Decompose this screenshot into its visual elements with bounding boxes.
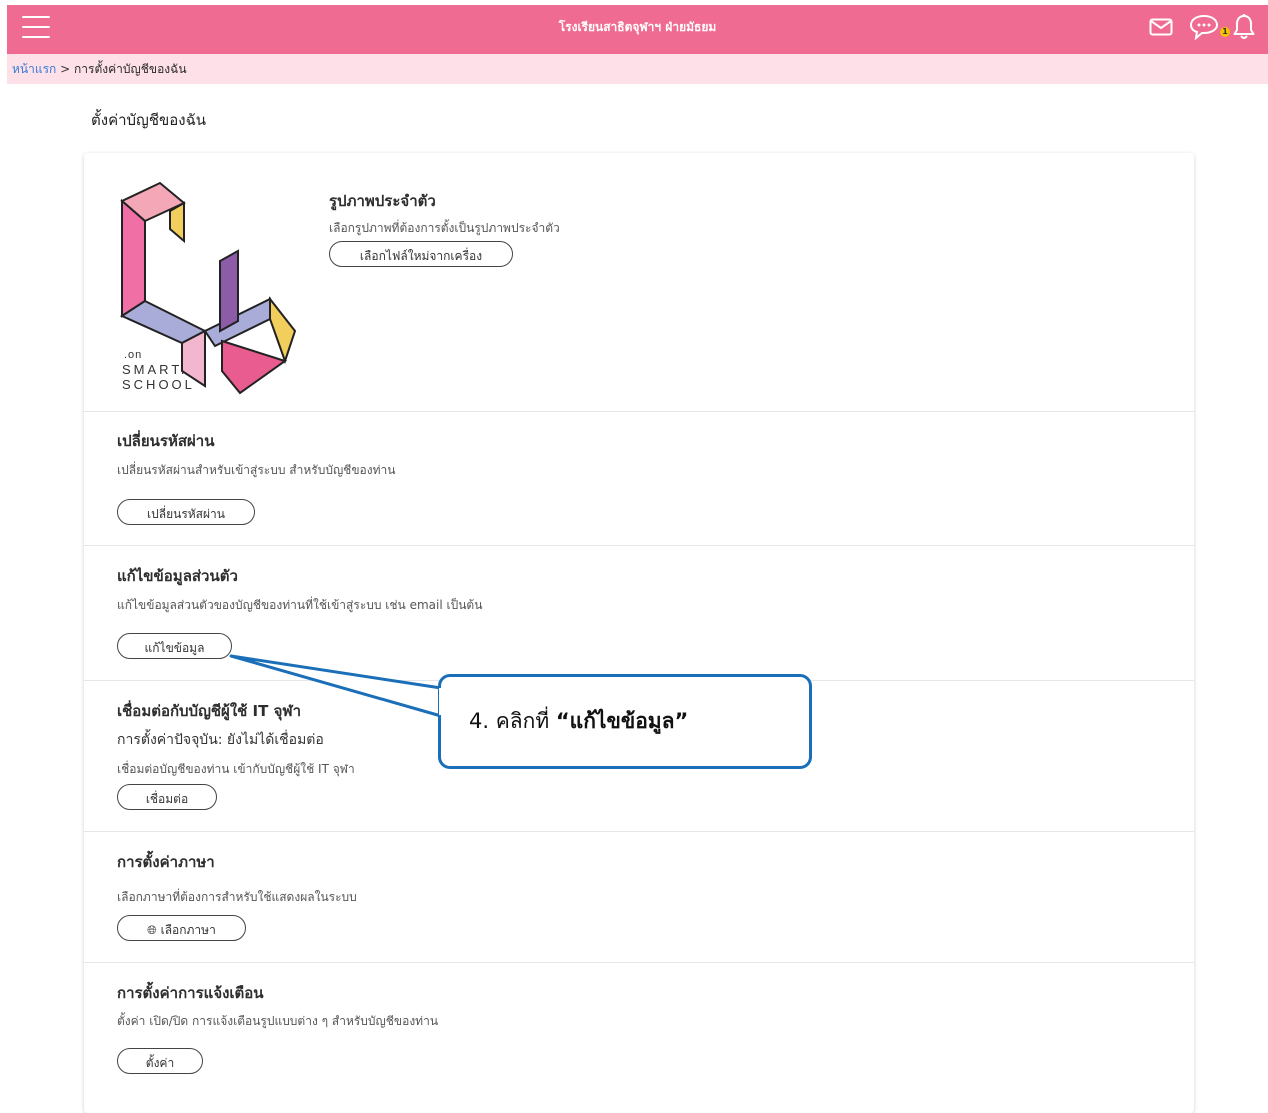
callout-text: 4. คลิกที่ “แก้ไขข้อมูล” — [469, 705, 688, 738]
callout-highlight: “แก้ไขข้อมูล” — [555, 709, 689, 733]
callout-prefix: 4. คลิกที่ — [469, 709, 556, 733]
callout-joint-cover — [439, 688, 443, 715]
tutorial-callout: 4. คลิกที่ “แก้ไขข้อมูล” — [438, 674, 812, 769]
callout-pointer — [229, 654, 443, 718]
